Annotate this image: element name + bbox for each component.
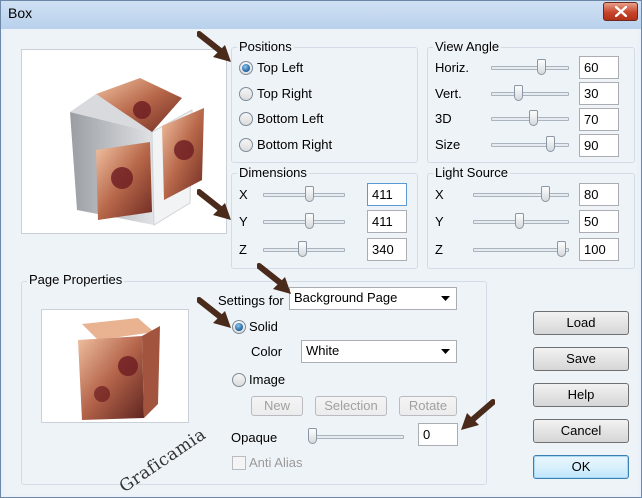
anti-alias-label[interactable]: Anti Alias bbox=[249, 455, 302, 470]
color-dropdown[interactable]: White bbox=[301, 340, 457, 363]
page-preview bbox=[41, 309, 189, 423]
selection-button[interactable]: Selection bbox=[315, 396, 387, 416]
dimensions-title: Dimensions bbox=[237, 165, 309, 180]
color-label: Color bbox=[251, 344, 283, 359]
horiz-slider-track[interactable] bbox=[491, 66, 569, 70]
settings-for-value: Background Page bbox=[294, 290, 398, 305]
size-slider-thumb[interactable] bbox=[546, 136, 555, 152]
load-button[interactable]: Load bbox=[533, 311, 629, 335]
dim-x-label: X bbox=[239, 187, 248, 202]
annotation-arrow-icon bbox=[461, 399, 495, 430]
light-source-title: Light Source bbox=[433, 165, 510, 180]
help-button[interactable]: Help bbox=[533, 383, 629, 407]
light-x-slider-thumb[interactable] bbox=[541, 186, 550, 202]
size-input[interactable]: 90 bbox=[579, 134, 619, 157]
dim-y-label: Y bbox=[239, 214, 248, 229]
chevron-down-icon bbox=[441, 349, 450, 354]
size-slider-track[interactable] bbox=[491, 143, 569, 147]
light-x-label: X bbox=[435, 187, 444, 202]
light-y-slider-thumb[interactable] bbox=[515, 213, 524, 229]
annotation-arrow-icon bbox=[197, 189, 231, 220]
light-z-label: Z bbox=[435, 242, 443, 257]
rotate-button[interactable]: Rotate bbox=[399, 396, 457, 416]
opaque-input[interactable]: 0 bbox=[418, 423, 458, 446]
cancel-button[interactable]: Cancel bbox=[533, 419, 629, 443]
title-bar[interactable]: Box bbox=[1, 1, 641, 29]
light-z-input[interactable]: 100 bbox=[579, 238, 619, 261]
radio-bottom-left[interactable] bbox=[239, 112, 253, 126]
opaque-slider-track[interactable] bbox=[308, 435, 404, 439]
dim-z-slider-thumb[interactable] bbox=[298, 241, 307, 257]
close-icon bbox=[615, 6, 627, 17]
settings-for-dropdown[interactable]: Background Page bbox=[289, 287, 457, 310]
3d-input[interactable]: 70 bbox=[579, 108, 619, 131]
3d-label: 3D bbox=[435, 111, 452, 126]
opaque-label: Opaque bbox=[231, 430, 278, 445]
dim-y-input[interactable]: 411 bbox=[367, 210, 407, 233]
window-title: Box bbox=[8, 5, 33, 21]
radio-image[interactable] bbox=[232, 373, 246, 387]
light-z-slider-thumb[interactable] bbox=[557, 241, 566, 257]
dim-y-slider-thumb[interactable] bbox=[305, 213, 314, 229]
horiz-slider-thumb[interactable] bbox=[537, 59, 546, 75]
dim-x-slider-track[interactable] bbox=[263, 193, 345, 197]
radio-bottom-right-label[interactable]: Bottom Right bbox=[257, 137, 332, 152]
horiz-label: Horiz. bbox=[435, 60, 469, 75]
radio-top-right[interactable] bbox=[239, 87, 253, 101]
dialog-body: Positions Top Left Top Right Bottom Left… bbox=[5, 29, 637, 497]
horiz-input[interactable]: 60 bbox=[579, 56, 619, 79]
annotation-arrow-icon bbox=[197, 297, 231, 328]
3d-slider-thumb[interactable] bbox=[529, 110, 538, 126]
radio-bottom-left-label[interactable]: Bottom Left bbox=[257, 111, 323, 126]
light-y-label: Y bbox=[435, 214, 444, 229]
radio-image-label[interactable]: Image bbox=[249, 372, 285, 387]
dim-x-slider-thumb[interactable] bbox=[305, 186, 314, 202]
radio-top-left-label[interactable]: Top Left bbox=[257, 60, 303, 75]
chevron-down-icon bbox=[441, 296, 450, 301]
vert-input[interactable]: 30 bbox=[579, 82, 619, 105]
view-angle-title: View Angle bbox=[433, 39, 502, 54]
light-x-slider-track[interactable] bbox=[473, 193, 569, 197]
radio-top-left[interactable] bbox=[239, 61, 253, 75]
dim-x-input[interactable]: 411 bbox=[367, 183, 407, 206]
page-properties-title: Page Properties bbox=[27, 272, 125, 287]
annotation-arrow-icon bbox=[257, 263, 291, 294]
save-button[interactable]: Save bbox=[533, 347, 629, 371]
dim-z-input[interactable]: 340 bbox=[367, 238, 407, 261]
vert-label: Vert. bbox=[435, 86, 462, 101]
color-value: White bbox=[306, 343, 340, 358]
vert-slider-track[interactable] bbox=[491, 92, 569, 96]
vert-slider-thumb[interactable] bbox=[514, 85, 523, 101]
light-z-slider-track[interactable] bbox=[473, 248, 569, 252]
close-button[interactable] bbox=[603, 2, 638, 21]
anti-alias-checkbox[interactable] bbox=[232, 456, 246, 470]
light-x-input[interactable]: 80 bbox=[579, 183, 619, 206]
annotation-arrow-icon bbox=[197, 31, 231, 62]
positions-title: Positions bbox=[237, 39, 294, 54]
radio-top-right-label[interactable]: Top Right bbox=[257, 86, 312, 101]
light-y-input[interactable]: 50 bbox=[579, 210, 619, 233]
dim-z-label: Z bbox=[239, 242, 247, 257]
box-dialog: Box Positions Top Left Top Right Bottom … bbox=[0, 0, 642, 498]
dim-y-slider-track[interactable] bbox=[263, 220, 345, 224]
opaque-slider-thumb[interactable] bbox=[308, 428, 317, 444]
ok-button[interactable]: OK bbox=[533, 455, 629, 479]
size-label: Size bbox=[435, 137, 461, 152]
radio-solid-label[interactable]: Solid bbox=[249, 319, 278, 334]
radio-bottom-right[interactable] bbox=[239, 138, 253, 152]
new-button[interactable]: New bbox=[251, 396, 303, 416]
